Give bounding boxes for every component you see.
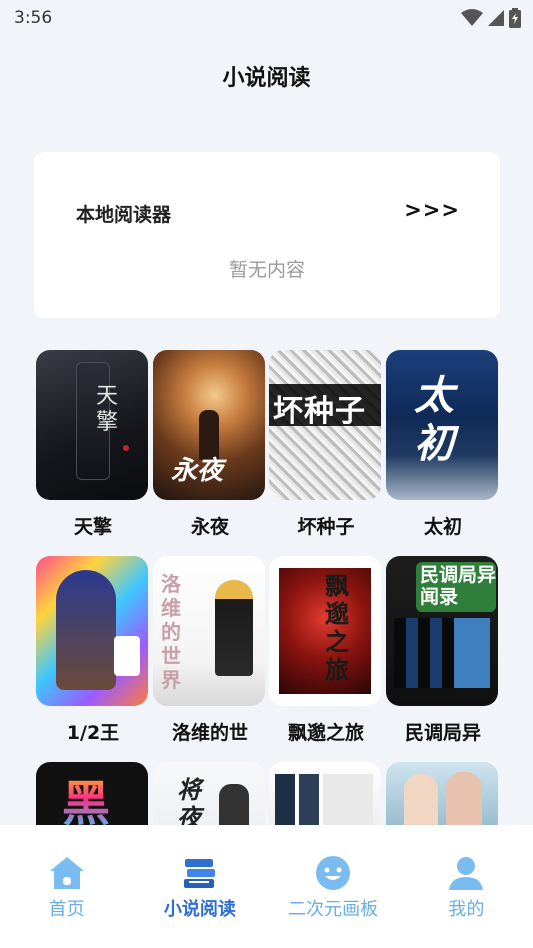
book-title: 天擎 [73,516,112,538]
book-item[interactable]: 坏种子 坏种子 [269,350,383,539]
status-icons [461,8,521,28]
book-title: 坏种子 [297,516,355,538]
book-cover[interactable]: 民调局异闻录 [386,556,498,706]
cover-text: 黑 [62,764,110,825]
tab-label: 首页 [48,899,85,920]
book-item[interactable]: 1/2王 [36,556,150,745]
battery-icon [509,8,521,28]
cover-text: 洛维的世界 [161,572,181,692]
more-button[interactable]: >>> [404,198,460,222]
smiley-icon [316,856,351,890]
tab-label: 小说阅读 [163,899,236,920]
status-time: 3:56 [14,8,53,28]
book-title: 永夜 [190,516,229,538]
wifi-icon [461,9,483,26]
book-title: 民调局异 [404,722,481,744]
empty-state-text: 暂无内容 [228,259,305,281]
bottom-tab-bar: 首页 小说阅读 二次元画板 我的 [0,825,533,948]
page-title: 小说阅读 [222,66,311,91]
cover-text: 坏种子 [273,394,366,429]
book-item[interactable]: 洛维的世界 洛维的世 [153,556,267,745]
book-item[interactable]: 将夜 [153,762,267,825]
book-title: 洛维的世 [171,722,248,744]
local-reader-title: 本地阅读器 [76,204,172,226]
local-reader-card[interactable]: 本地阅读器 >>> 暂无内容 [34,152,500,318]
home-icon [49,857,84,889]
tab-anime-board[interactable]: 二次元画板 [273,825,393,948]
books-icon [183,859,215,888]
book-item[interactable]: 天擎 天擎 [36,350,150,539]
book-cover[interactable]: 黑 [36,762,148,825]
book-cover[interactable] [36,556,148,706]
book-item[interactable]: 飘邈之旅 飘邈之旅 [269,556,383,745]
tab-mine[interactable]: 我的 [406,825,526,948]
tab-home[interactable]: 首页 [7,825,127,948]
book-item[interactable]: 太初 太初 [386,350,500,539]
book-cover[interactable] [269,762,381,825]
status-bar: 3:56 [0,0,533,36]
book-cover[interactable]: 将夜 [153,762,265,825]
book-item[interactable]: 永夜 永夜 [153,350,267,539]
cover-text: 天擎 [96,384,119,435]
cover-text: 飘邈之旅 [325,572,349,684]
tab-label: 二次元画板 [288,899,379,920]
book-cover[interactable]: 洛维的世界 [153,556,265,706]
cover-text: 永夜 [171,456,224,486]
cover-text: 民调局异闻录 [420,564,497,608]
book-item[interactable] [386,762,500,825]
book-cover[interactable]: 飘邈之旅 [269,556,381,706]
book-cover[interactable]: 坏种子 [269,350,381,500]
book-item[interactable]: 民调局异闻录 民调局异 [386,556,500,745]
cover-text: 太初 [414,373,454,467]
book-title: 1/2王 [66,722,120,744]
book-title: 飘邈之旅 [287,722,364,744]
book-cover[interactable]: 太初 [386,350,498,500]
signal-icon [488,10,504,26]
cover-text: 将夜 [177,776,201,825]
tab-label: 我的 [448,899,485,920]
book-cover[interactable]: 永夜 [153,350,265,500]
user-icon [449,857,484,890]
book-grid: 天擎 天擎 永夜 永夜 坏种子 坏种子 太初 太初 1/2王 洛维的世界 洛维的… [34,350,500,825]
tab-novel[interactable]: 小说阅读 [140,825,260,948]
book-cover[interactable]: 天擎 [36,350,148,500]
book-item[interactable] [269,762,383,825]
book-item[interactable]: 黑 [36,762,150,825]
book-title: 太初 [423,516,462,538]
book-cover[interactable] [386,762,498,825]
